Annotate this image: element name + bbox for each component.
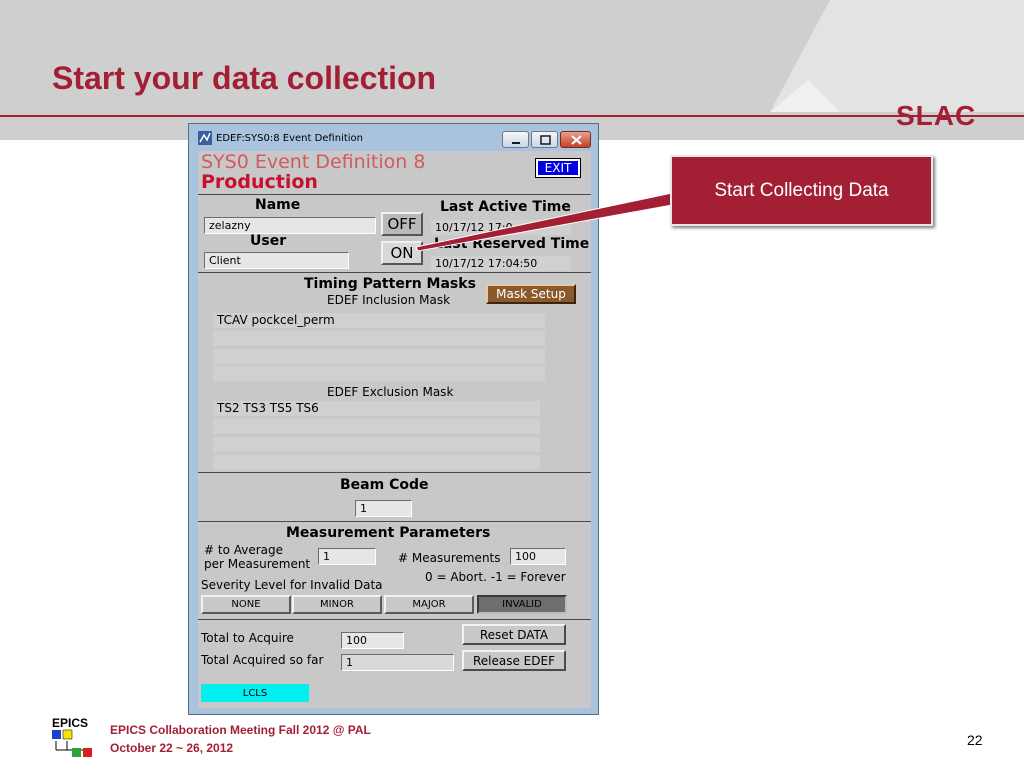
inclusion-mask-row — [213, 366, 545, 381]
on-button[interactable]: ON — [381, 241, 423, 265]
divider — [198, 619, 591, 620]
exclusion-mask-row — [213, 455, 540, 470]
user-field[interactable]: Client — [204, 252, 349, 269]
window-titlebar[interactable]: EDEF:SYS0:8 Event Definition — [189, 124, 598, 150]
severity-label: Severity Level for Invalid Data — [201, 578, 383, 592]
name-label: Name — [255, 197, 301, 213]
exclusion-mask-row — [213, 437, 540, 452]
total-acquire-field[interactable]: 100 — [341, 632, 404, 649]
minimize-icon — [512, 142, 520, 144]
minimize-button[interactable] — [502, 131, 529, 148]
name-field[interactable]: zelazny — [204, 217, 376, 234]
last-reserved-value: 10/17/12 17:04:50 — [431, 256, 571, 271]
title-rule — [0, 115, 1024, 117]
window-client-area: SYS0 Event Definition 8 Production EXIT … — [198, 151, 591, 708]
slac-logo: SLAC — [896, 100, 977, 131]
last-active-value: 10/17/12 17:0 — [431, 220, 571, 235]
callout-box: Start Collecting Data — [670, 155, 933, 226]
last-active-label: Last Active Time — [440, 199, 571, 215]
display-header-title: Production — [201, 171, 318, 193]
display-header-subtitle: SYS0 Event Definition 8 — [201, 151, 426, 173]
total-acquire-label: Total to Acquire — [201, 631, 294, 645]
slide-title: Start your data collection — [52, 60, 437, 96]
last-reserved-label: Last Reserved Time — [434, 236, 590, 252]
abort-note: 0 = Abort. -1 = Forever — [425, 570, 566, 584]
window-title: EDEF:SYS0:8 Event Definition — [216, 133, 364, 144]
page-number: 22 — [967, 732, 983, 748]
severity-minor-button[interactable]: MINOR — [292, 595, 382, 614]
maximize-icon — [540, 135, 551, 145]
measurements-label: # Measurements — [398, 551, 501, 565]
exclusion-mask-row — [213, 419, 540, 434]
severity-invalid-button[interactable]: INVALID — [477, 595, 567, 614]
divider — [198, 194, 591, 195]
inclusion-mask-row: TCAV pockcel_perm — [213, 313, 545, 328]
severity-major-button[interactable]: MAJOR — [384, 595, 474, 614]
maximize-button[interactable] — [531, 131, 558, 148]
to-average-label: # to Average — [204, 543, 284, 557]
to-average-label-2: per Measurement — [204, 557, 311, 571]
total-acquired-field: 1 — [341, 654, 454, 671]
divider — [198, 472, 591, 473]
close-icon — [571, 135, 582, 145]
beam-code-field[interactable]: 1 — [355, 500, 412, 517]
footer-date: October 22 ~ 26, 2012 — [110, 741, 234, 755]
divider — [198, 272, 591, 273]
timing-masks-label: Timing Pattern Masks — [304, 276, 476, 292]
divider — [198, 521, 591, 522]
total-acquired-label: Total Acquired so far — [201, 653, 324, 667]
inclusion-mask-row — [213, 331, 545, 346]
measurements-field[interactable]: 100 — [510, 548, 566, 565]
severity-none-button[interactable]: NONE — [201, 595, 291, 614]
lcls-badge: LCLS — [201, 684, 309, 702]
reset-data-button[interactable]: Reset DATA — [462, 624, 566, 645]
to-average-field[interactable]: 1 — [318, 548, 376, 565]
inclusion-mask-row — [213, 349, 545, 364]
release-edef-button[interactable]: Release EDEF — [462, 650, 566, 671]
exclusion-mask-row: TS2 TS3 TS5 TS6 — [213, 401, 540, 416]
inclusion-mask-label: EDEF Inclusion Mask — [327, 293, 451, 307]
footer-event: EPICS Collaboration Meeting Fall 2012 @ … — [110, 723, 371, 737]
epics-logo-text: EPICS — [52, 716, 89, 730]
user-label: User — [250, 233, 287, 249]
measurement-params-label: Measurement Parameters — [286, 525, 491, 541]
mask-setup-button[interactable]: Mask Setup — [486, 284, 576, 304]
beam-code-label: Beam Code — [340, 477, 429, 493]
edef-window: EDEF:SYS0:8 Event Definition SYS0 Event … — [188, 123, 599, 715]
off-button[interactable]: OFF — [381, 212, 423, 236]
app-icon — [198, 131, 212, 145]
close-button[interactable] — [560, 131, 591, 148]
exclusion-mask-label: EDEF Exclusion Mask — [327, 385, 454, 399]
exit-button[interactable]: EXIT — [535, 158, 581, 178]
